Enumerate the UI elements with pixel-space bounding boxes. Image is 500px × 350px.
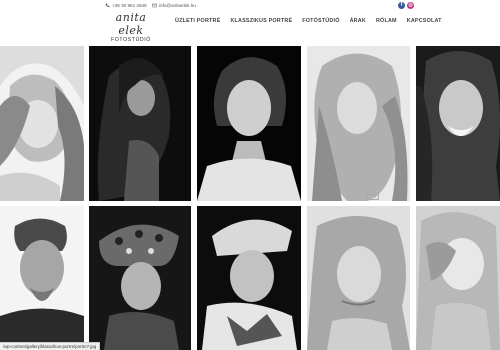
social-links: f ◎: [398, 2, 414, 9]
email-contact[interactable]: info@anitaelek.hu: [152, 3, 196, 8]
gallery-photo-4[interactable]: anita: [307, 46, 410, 201]
phone-icon: [105, 3, 110, 8]
phone-contact[interactable]: +36 30 961 2849: [105, 3, 147, 8]
status-url: /wp-content/gallery/klasszikus-portre/po…: [0, 342, 101, 350]
gallery-photo-10[interactable]: [416, 206, 500, 350]
nav-uzleti-portre[interactable]: ÜZLETI PORTRÉ: [170, 18, 225, 24]
portrait-gallery: anita: [0, 46, 500, 350]
gallery-photo-3[interactable]: [197, 46, 301, 201]
site-logo[interactable]: anita elek FOTOSTÚDIÓ: [108, 11, 154, 43]
gallery-photo-9[interactable]: [307, 206, 410, 350]
gallery-photo-6[interactable]: [0, 206, 84, 350]
nav-arak[interactable]: ÁRAK: [345, 18, 371, 24]
page: +36 30 961 2849 info@anitaelek.hu f ◎ an…: [0, 0, 500, 350]
logo-subtitle: FOTOSTÚDIÓ: [111, 37, 151, 43]
gallery-photo-7[interactable]: [89, 206, 191, 350]
logo-script: anita elek: [115, 11, 147, 37]
facebook-icon[interactable]: f: [398, 2, 405, 9]
nav-fotostudio[interactable]: FOTÓSTÚDIÓ: [297, 18, 344, 24]
header: +36 30 961 2849 info@anitaelek.hu f ◎ an…: [0, 0, 500, 46]
email-address: info@anitaelek.hu: [159, 3, 196, 8]
nav-kapcsolat[interactable]: KAPCSOLAT: [402, 18, 447, 24]
gallery-photo-1[interactable]: [0, 46, 84, 201]
main-nav: ÜZLETI PORTRÉ KLASSZIKUS PORTRÉ FOTÓSTÚD…: [170, 18, 447, 24]
nav-rolam[interactable]: RÓLAM: [371, 18, 402, 24]
gallery-photo-8[interactable]: [197, 206, 301, 350]
nav-klasszikus-portre[interactable]: KLASSZIKUS PORTRÉ: [225, 18, 297, 24]
mail-icon: [152, 3, 157, 8]
instagram-icon[interactable]: ◎: [407, 2, 414, 9]
photo-watermark: anita: [367, 194, 379, 200]
gallery-photo-2[interactable]: [89, 46, 191, 201]
gallery-photo-5[interactable]: [416, 46, 500, 201]
phone-number: +36 30 961 2849: [112, 3, 147, 8]
